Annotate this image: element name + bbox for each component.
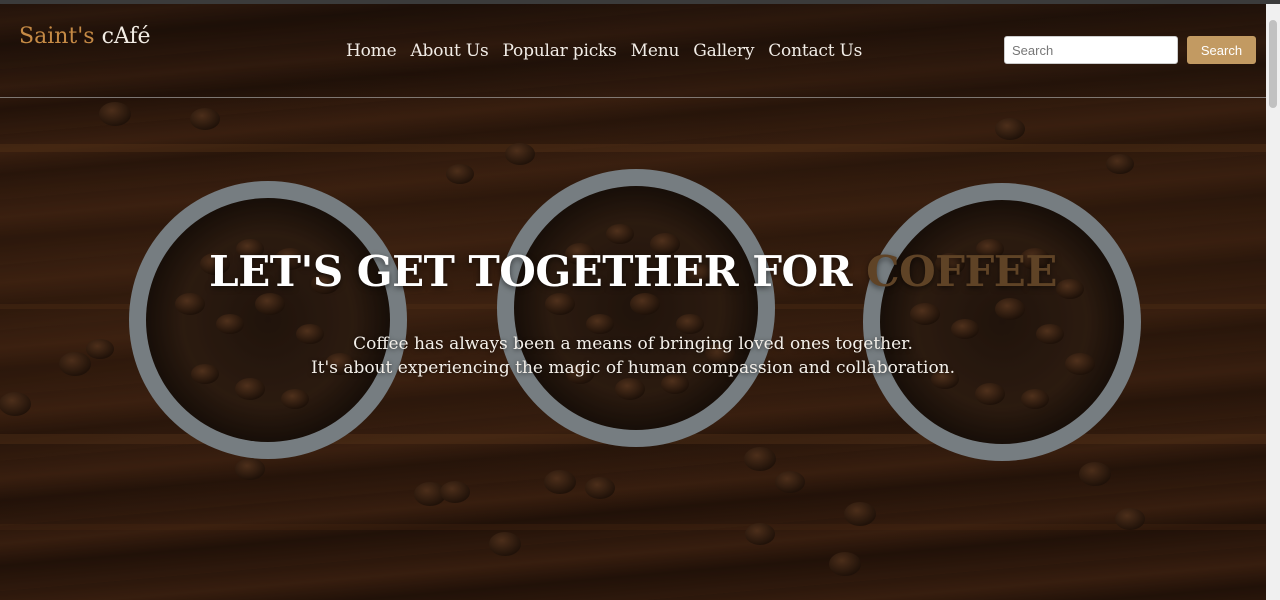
top-navbar: Saint's cAfé Home About Us Popular picks… [0,4,1266,98]
hero-headline-accent: COFFEE [866,247,1057,296]
page-scrollbar[interactable] [1266,4,1280,600]
nav-link-menu[interactable]: Menu [631,40,680,62]
hero-subtitle-line1: Coffee has always been a means of bringi… [353,334,913,354]
hero-subtitle-line2: It's about experiencing the magic of hum… [310,358,956,378]
nav-link-contact-us[interactable]: Contact Us [768,40,862,62]
brand-logo[interactable]: Saint's cAfé [19,24,151,50]
brand-name-part1: Saint's [19,24,95,49]
nav-link-about-us[interactable]: About Us [410,40,488,62]
nav-link-home[interactable]: Home [346,40,397,62]
hero-headline-main: LET'S GET TOGETHER FOR [209,247,867,296]
scrollbar-thumb[interactable] [1269,20,1277,108]
search-button[interactable]: Search [1187,36,1256,64]
nav-link-popular-picks[interactable]: Popular picks [502,40,616,62]
brand-name-part2: cAfé [101,24,151,49]
hero-headline: LET'S GET TOGETHER FOR COFFEE [0,246,1266,298]
nav-link-gallery[interactable]: Gallery [693,40,754,62]
main-nav: Home About Us Popular picks Menu Gallery… [346,40,862,62]
search-input[interactable] [1004,36,1178,64]
